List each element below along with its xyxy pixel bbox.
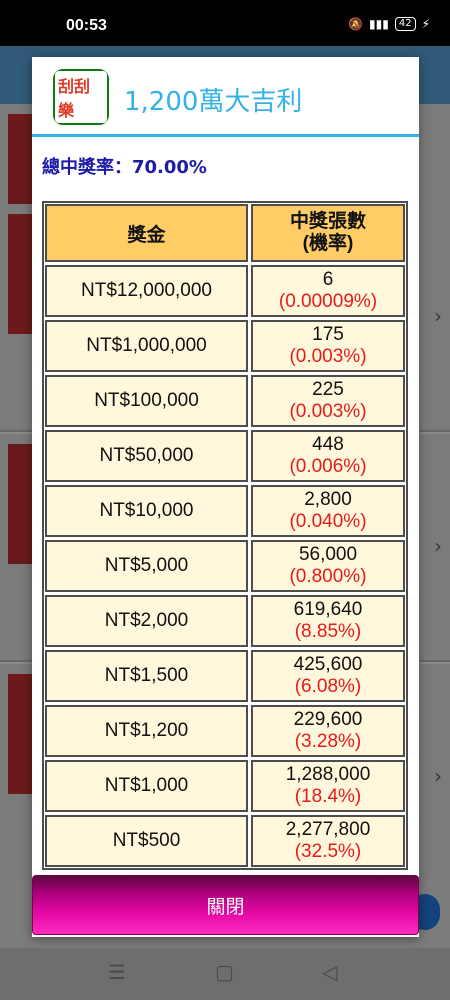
winning-count-cell: 425,600 (6.08%) (251, 650, 405, 702)
winning-count: 175 (312, 324, 344, 345)
prize-amount: NT$1,000,000 (45, 320, 248, 372)
winning-probability: (6.08%) (294, 676, 362, 697)
winning-count: 2,800 (304, 489, 352, 510)
charging-icon: ⚡ (421, 17, 430, 31)
winning-count-cell: 225 (0.003%) (251, 375, 405, 427)
table-row: NT$1,500 425,600 (6.08%) (45, 650, 405, 702)
table-row: NT$5,000 56,000 (0.800%) (45, 540, 405, 592)
total-win-rate: 總中獎率：70.00% (42, 157, 207, 178)
winning-probability: (8.85%) (294, 621, 362, 642)
winning-count-cell: 619,640 (8.85%) (251, 595, 405, 647)
winning-count: 56,000 (298, 544, 358, 565)
chevron-right-icon: › (434, 764, 442, 788)
table-row: NT$2,000 619,640 (8.85%) (45, 595, 405, 647)
home-icon[interactable]: ▢ (215, 960, 234, 984)
winning-count-cell: 56,000 (0.800%) (251, 540, 405, 592)
winning-count-cell: 175 (0.003%) (251, 320, 405, 372)
header-rate-label: (機率) (302, 233, 354, 254)
winning-count-cell: 229,600 (3.28%) (251, 705, 405, 757)
table-row: NT$50,000 448 (0.006%) (45, 430, 405, 482)
chevron-right-icon: › (434, 534, 442, 558)
battery-icon: 42 (394, 17, 416, 31)
table-row: NT$1,200 229,600 (3.28%) (45, 705, 405, 757)
winning-count-cell: 6 (0.00009%) (251, 265, 405, 317)
prize-amount: NT$2,000 (45, 595, 248, 647)
winning-count: 6 (322, 269, 334, 290)
table-row: NT$12,000,000 6 (0.00009%) (45, 265, 405, 317)
table-row: NT$1,000 1,288,000 (18.4%) (45, 760, 405, 812)
winning-probability: (0.00009%) (278, 291, 378, 312)
winning-count: 229,600 (293, 709, 363, 730)
winning-probability: (3.28%) (294, 731, 362, 752)
winning-count: 619,640 (293, 599, 363, 620)
winning-count: 225 (312, 379, 344, 400)
header-prize: 獎金 (45, 204, 248, 262)
winning-probability: (0.040%) (289, 511, 367, 532)
prize-amount: NT$1,000 (45, 760, 248, 812)
header-count-label: 中獎張數 (289, 211, 366, 232)
prize-table: 獎金 中獎張數 (機率) NT$12,000,000 6 (0.00009%) NT$… (42, 201, 408, 870)
table-row: NT$500 2,277,800 (32.5%) (45, 815, 405, 867)
table-row: NT$100,000 225 (0.003%) (45, 375, 405, 427)
signal-icon: ▮▮▮ (369, 17, 389, 31)
winning-count-cell: 1,288,000 (18.4%) (251, 760, 405, 812)
mute-icon: 🔕 (348, 17, 364, 31)
prize-amount: NT$100,000 (45, 375, 248, 427)
dialog-title: 1,200萬大吉利 (124, 87, 303, 117)
prize-amount: NT$1,200 (45, 705, 248, 757)
back-icon[interactable]: ◁ (322, 960, 337, 984)
menu-icon[interactable]: ☰ (108, 960, 126, 984)
prize-amount: NT$1,500 (45, 650, 248, 702)
winning-count: 448 (312, 434, 344, 455)
winning-probability: (18.4%) (294, 786, 362, 807)
winning-count-cell: 2,800 (0.040%) (251, 485, 405, 537)
prize-dialog: 刮刮樂 1,200萬大吉利 總中獎率：70.00% 獎金 中獎張數 (機率) N… (32, 57, 419, 937)
logo-label: 刮刮樂 (55, 71, 107, 123)
winning-probability: (0.003%) (289, 346, 367, 367)
prize-amount: NT$500 (45, 815, 248, 867)
table-header-row: 獎金 中獎張數 (機率) (45, 204, 405, 262)
winning-probability: (32.5%) (294, 841, 362, 862)
system-nav-bar: ☰ ▢ ◁ (0, 948, 450, 1000)
winning-probability: (0.003%) (289, 401, 367, 422)
prize-amount: NT$5,000 (45, 540, 248, 592)
status-time: 00:53 (66, 17, 107, 34)
winning-count: 2,277,800 (285, 819, 371, 840)
status-bar: 00:53 🔕 ▮▮▮ 42 ⚡ (0, 0, 450, 46)
scratch-card-logo: 刮刮樂 (53, 69, 109, 125)
prize-amount: NT$10,000 (45, 485, 248, 537)
winning-count: 425,600 (293, 654, 363, 675)
close-button[interactable]: 關閉 (32, 875, 419, 935)
winning-probability: (0.006%) (289, 456, 367, 477)
winning-count-cell: 448 (0.006%) (251, 430, 405, 482)
header-count: 中獎張數 (機率) (251, 204, 405, 262)
status-icons: 🔕 ▮▮▮ 42 ⚡ (348, 17, 430, 31)
winning-count: 1,288,000 (285, 764, 371, 785)
dialog-header: 刮刮樂 1,200萬大吉利 (32, 57, 419, 137)
prize-amount: NT$50,000 (45, 430, 248, 482)
winning-count-cell: 2,277,800 (32.5%) (251, 815, 405, 867)
chevron-right-icon: › (434, 304, 442, 328)
winning-probability: (0.800%) (289, 566, 367, 587)
table-row: NT$10,000 2,800 (0.040%) (45, 485, 405, 537)
table-row: NT$1,000,000 175 (0.003%) (45, 320, 405, 372)
prize-amount: NT$12,000,000 (45, 265, 248, 317)
